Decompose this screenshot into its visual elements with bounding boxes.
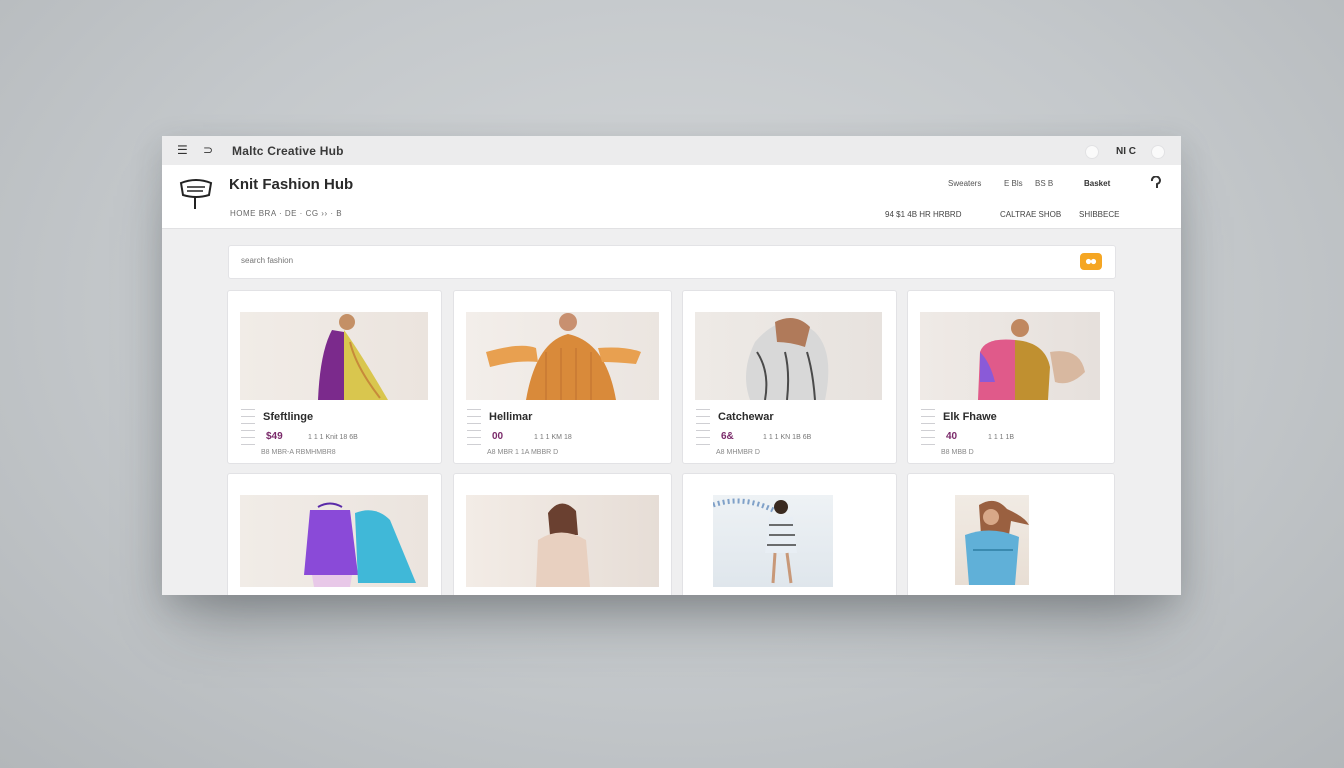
hamburger-icon[interactable]: ☰	[177, 144, 188, 157]
search-bar	[228, 245, 1116, 279]
titlebar-status-text: NI C	[1116, 146, 1136, 157]
nav-link-basket[interactable]: Basket	[1084, 179, 1110, 188]
product-price: 40	[946, 431, 958, 442]
filter-link-price[interactable]: 94 $1 4B HR HRBRD	[885, 210, 961, 219]
product-title[interactable]: Hellimar	[489, 411, 532, 423]
search-input[interactable]	[239, 255, 1063, 266]
browser-window: ☰ ⊃ Maltc Creative Hub NI C Knit Fashion…	[162, 136, 1181, 595]
product-title[interactable]: Catchewar	[718, 411, 774, 423]
product-title[interactable]: Sfeftlinge	[263, 411, 313, 423]
back-icon[interactable]: ⊃	[203, 144, 213, 157]
card-decoration	[921, 409, 935, 451]
product-card[interactable]	[453, 473, 672, 595]
product-title[interactable]: Elk Fhawe	[943, 411, 997, 423]
window-title: Maltc Creative Hub	[232, 144, 344, 158]
product-image[interactable]	[466, 495, 659, 587]
product-image[interactable]	[240, 495, 428, 587]
brand-name[interactable]: Knit Fashion Hub	[229, 176, 353, 193]
product-meta: 1 1 1 Knit 18 6B	[308, 434, 358, 441]
card-decoration	[696, 409, 710, 451]
card-decoration	[467, 409, 481, 451]
product-card[interactable]: Hellimar 00 1 1 1 KM 18 A8 MBR 1 1A MBBR…	[453, 290, 672, 464]
product-card[interactable]: Sfeftlinge $49 1 1 1 Knit 18 6B B8 MBR-A…	[227, 290, 442, 464]
product-image[interactable]	[695, 312, 882, 400]
product-image[interactable]	[713, 495, 833, 587]
filter-link-category[interactable]: CALTRAE SHOB	[1000, 210, 1061, 219]
product-desc: B8 MBB D	[941, 449, 974, 456]
nav-link-2[interactable]: E Bls	[1004, 179, 1023, 188]
window-control-close[interactable]	[1151, 145, 1165, 159]
product-image[interactable]	[466, 312, 659, 400]
product-price: 6&	[721, 431, 734, 442]
product-card[interactable]: Elk Fhawe 40 1 1 1 1B B8 MBB D	[907, 290, 1115, 464]
card-decoration	[241, 409, 255, 451]
user-icon[interactable]	[1150, 175, 1162, 193]
product-card[interactable]	[682, 473, 897, 595]
product-price: 00	[492, 431, 504, 442]
filter-link-sort[interactable]: SHIBBECE	[1079, 210, 1119, 219]
product-meta: 1 1 1 KM 18	[534, 434, 572, 441]
window-control-minimize[interactable]	[1085, 145, 1099, 159]
product-card[interactable]	[227, 473, 442, 595]
product-card[interactable]: Catchewar 6& 1 1 1 KN 1B 6B A8 MHMBR D	[682, 290, 897, 464]
title-bar: ☰ ⊃ Maltc Creative Hub NI C	[162, 136, 1181, 166]
search-icon	[1085, 258, 1097, 265]
nav-link-sweaters[interactable]: Sweaters	[948, 179, 981, 188]
product-meta: 1 1 1 1B	[988, 434, 1015, 441]
search-button[interactable]	[1080, 253, 1102, 270]
product-price: $49	[266, 431, 283, 442]
product-desc: A8 MHMBR D	[716, 449, 760, 456]
product-desc: A8 MBR 1 1A MBBR D	[487, 449, 559, 456]
product-image[interactable]	[240, 312, 428, 400]
product-image[interactable]	[920, 312, 1100, 400]
product-card[interactable]	[907, 473, 1115, 595]
logo-icon[interactable]	[178, 177, 214, 211]
product-meta: 1 1 1 KN 1B 6B	[763, 434, 812, 441]
product-image[interactable]	[955, 495, 1029, 585]
breadcrumb[interactable]: HOME BRA · DE · CG ›› · B	[230, 209, 342, 218]
site-header: Knit Fashion Hub HOME BRA · DE · CG ›› ·…	[162, 165, 1181, 229]
product-desc: B8 MBR-A RBMHMBR8	[261, 449, 336, 456]
nav-link-3[interactable]: BS B	[1035, 179, 1053, 188]
